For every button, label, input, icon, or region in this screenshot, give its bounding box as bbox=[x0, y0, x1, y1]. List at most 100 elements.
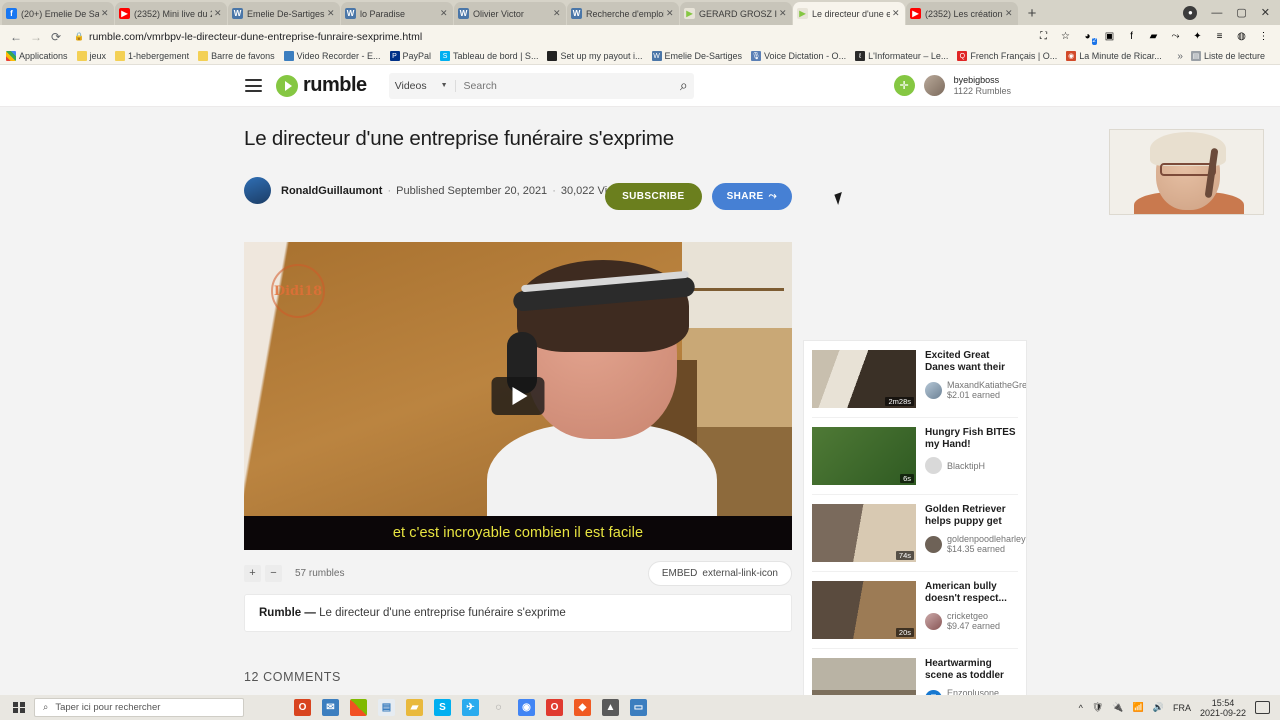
bookmark-icon[interactable]: ✦ bbox=[1191, 30, 1204, 43]
bookmark-item[interactable]: 🎙 Voice Dictation - O... bbox=[751, 51, 846, 61]
embed-button[interactable]: EMBED external-link-icon bbox=[647, 560, 792, 586]
browser-tab[interactable]: W Emelie De-Sartiges ✕ bbox=[228, 2, 340, 25]
list-item[interactable]: 30s Heartwarming scene as toddler welcom… bbox=[812, 649, 1018, 695]
account-meta[interactable]: byebigboss 1122 Rumbles bbox=[954, 75, 1011, 97]
vlc-icon[interactable]: ▲ bbox=[602, 699, 619, 716]
hamburger-icon[interactable] bbox=[245, 76, 262, 96]
bookmarks-overflow-button[interactable]: » bbox=[1177, 51, 1183, 62]
list-item[interactable]: 2m28s Excited Great Danes want their own… bbox=[812, 341, 1026, 418]
search-category-select[interactable]: Videos ▼ bbox=[395, 79, 456, 92]
store-icon[interactable] bbox=[350, 699, 367, 716]
video-title[interactable]: Hungry Fish BITES my Hand! bbox=[925, 427, 1018, 451]
bookmark-item[interactable]: W Emelie De-Sartiges bbox=[651, 51, 742, 61]
star-icon[interactable]: ☆ bbox=[1059, 30, 1072, 43]
bookmark-item[interactable]: Video Recorder - E... bbox=[283, 51, 381, 61]
close-icon[interactable]: ✕ bbox=[327, 8, 336, 19]
channel-name[interactable]: RonaldGuillaumont bbox=[281, 185, 382, 197]
mail-icon[interactable]: ✉ bbox=[322, 699, 339, 716]
menu-icon[interactable]: ⋮ bbox=[1257, 30, 1270, 43]
subscribe-button[interactable]: SUBSCRIBE bbox=[605, 183, 702, 210]
maximize-button[interactable]: ▢ bbox=[1236, 6, 1246, 19]
bookmark-applications[interactable]: Applications bbox=[6, 51, 68, 61]
puzzle-icon[interactable]: ⛶ bbox=[1037, 30, 1050, 43]
back-icon[interactable]: ← bbox=[6, 30, 26, 44]
chevron-up-icon[interactable]: ^ bbox=[1079, 703, 1083, 713]
close-icon[interactable]: ✕ bbox=[1005, 8, 1014, 19]
close-icon[interactable]: ✕ bbox=[101, 8, 110, 19]
video-thumbnail[interactable]: 74s bbox=[812, 504, 916, 562]
telegram-icon[interactable]: ✈ bbox=[462, 699, 479, 716]
search-input[interactable] bbox=[455, 79, 675, 92]
browser-tab[interactable]: ▶ GERARD GROSZ INJ... ✕ bbox=[680, 2, 792, 25]
video-thumbnail[interactable]: 20s bbox=[812, 581, 916, 639]
address-bar[interactable]: 🔒 rumble.com/vmrbpv-le-directeur-dune-en… bbox=[66, 31, 1037, 43]
brave-icon[interactable]: ◆ bbox=[574, 699, 591, 716]
search-icon[interactable]: ⌕ bbox=[675, 77, 688, 94]
window-icon[interactable]: ▭ bbox=[630, 699, 647, 716]
explorer-icon[interactable]: ▤ bbox=[378, 699, 395, 716]
messenger-icon[interactable]: ◌ bbox=[490, 699, 507, 716]
video-title[interactable]: Golden Retriever helps puppy get her fav… bbox=[925, 504, 1018, 528]
video-title[interactable]: Heartwarming scene as toddler welcom... bbox=[925, 658, 1018, 682]
list-icon[interactable]: ≡ bbox=[1213, 30, 1226, 43]
pocket-icon[interactable]: ◕ 2 bbox=[1081, 30, 1097, 45]
close-icon[interactable]: ✕ bbox=[779, 8, 788, 19]
browser-tab[interactable]: W Olivier Victor ✕ bbox=[454, 2, 566, 25]
bookmark-item[interactable]: Set up my payout i... bbox=[547, 51, 643, 61]
uploader-name[interactable]: Enzoplusone bbox=[947, 688, 1005, 695]
shield-icon[interactable]: 🛡 bbox=[1092, 702, 1103, 713]
account-icon[interactable]: ◍ bbox=[1235, 30, 1248, 43]
video-title[interactable]: Excited Great Danes want their owner to … bbox=[925, 350, 1018, 374]
bookmark-item[interactable]: Barre de favons bbox=[198, 51, 275, 61]
uploader-name[interactable]: BlacktipH bbox=[947, 461, 985, 471]
bookmark-item[interactable]: ◉ La Minute de Ricar... bbox=[1066, 51, 1162, 61]
close-icon[interactable]: ✕ bbox=[440, 8, 449, 19]
facebook-icon[interactable]: f bbox=[1125, 30, 1138, 43]
reading-list-button[interactable]: ▤ Liste de lecture bbox=[1190, 51, 1265, 61]
uploader-name[interactable]: goldenpoodleharley bbox=[947, 534, 1026, 544]
uploader-name[interactable]: cricketgeo bbox=[947, 611, 1000, 621]
close-window-button[interactable]: ✕ bbox=[1261, 6, 1270, 19]
new-tab-button[interactable]: + bbox=[1019, 2, 1045, 25]
video-thumbnail[interactable]: 30s bbox=[812, 658, 916, 695]
chrome-icon[interactable]: ◉ bbox=[518, 699, 535, 716]
folder-icon[interactable]: ▰ bbox=[406, 699, 423, 716]
browser-tab[interactable]: W lo Paradise ✕ bbox=[341, 2, 453, 25]
reload-icon[interactable]: ⟳ bbox=[46, 30, 66, 44]
uploader-name[interactable]: MaxandKatiatheGre... bbox=[947, 380, 1026, 390]
add-video-icon[interactable]: ✛ bbox=[893, 75, 915, 96]
bookmark-item[interactable]: P PayPal bbox=[389, 51, 431, 61]
browser-tab[interactable]: f (20+) Emelie De Sarti... ✕ bbox=[2, 2, 114, 25]
share-icon[interactable]: ⤳ bbox=[1169, 30, 1182, 43]
skype-icon[interactable]: S bbox=[434, 699, 451, 716]
browser-tab[interactable]: ▶ (2352) Mini live du 2... ✕ bbox=[115, 2, 227, 25]
language-indicator[interactable]: FRA bbox=[1173, 703, 1191, 713]
taskbar-search[interactable]: ⌕ Taper ici pour rechercher bbox=[34, 698, 244, 717]
close-icon[interactable]: ✕ bbox=[553, 8, 562, 19]
forward-icon[interactable]: → bbox=[26, 30, 46, 44]
upvote-button[interactable]: + bbox=[244, 564, 261, 582]
list-item[interactable]: 74s Golden Retriever helps puppy get her… bbox=[812, 495, 1026, 572]
bookmark-item[interactable]: ℓ L'Informateur – Le... bbox=[855, 51, 948, 61]
notification-icon[interactable] bbox=[1255, 701, 1270, 714]
lastpass-icon[interactable]: ▰ bbox=[1147, 30, 1160, 43]
close-icon[interactable]: ✕ bbox=[892, 8, 901, 19]
video-player[interactable]: Didi18 et c'est incroyable combien il es… bbox=[244, 242, 792, 550]
message-icon[interactable]: ▣ bbox=[1103, 30, 1116, 43]
opera-icon[interactable]: O bbox=[546, 699, 563, 716]
avatar[interactable] bbox=[923, 75, 945, 96]
share-button[interactable]: SHARE ⤳ bbox=[711, 183, 792, 210]
close-icon[interactable]: ✕ bbox=[214, 8, 223, 19]
wifi-icon[interactable]: 📶 bbox=[1133, 702, 1144, 713]
clock[interactable]: 15:54 2021-09-22 bbox=[1200, 698, 1246, 718]
video-thumbnail[interactable]: 6s bbox=[812, 427, 916, 485]
browser-tab[interactable]: W Recherche d'emploi s... ✕ bbox=[567, 2, 679, 25]
close-icon[interactable]: ✕ bbox=[666, 8, 675, 19]
bookmark-item[interactable]: S Tableau de bord | S... bbox=[440, 51, 538, 61]
downvote-button[interactable]: − bbox=[265, 564, 282, 582]
profile-icon[interactable]: ● bbox=[1183, 5, 1198, 20]
play-icon[interactable] bbox=[491, 377, 545, 415]
browser-tab-active[interactable]: ▶ Le directeur d'une en... ✕ bbox=[793, 2, 905, 25]
usb-icon[interactable]: 🔌 bbox=[1112, 702, 1123, 713]
browser-tab[interactable]: ▶ (2352) Les créations ... ✕ bbox=[906, 2, 1018, 25]
